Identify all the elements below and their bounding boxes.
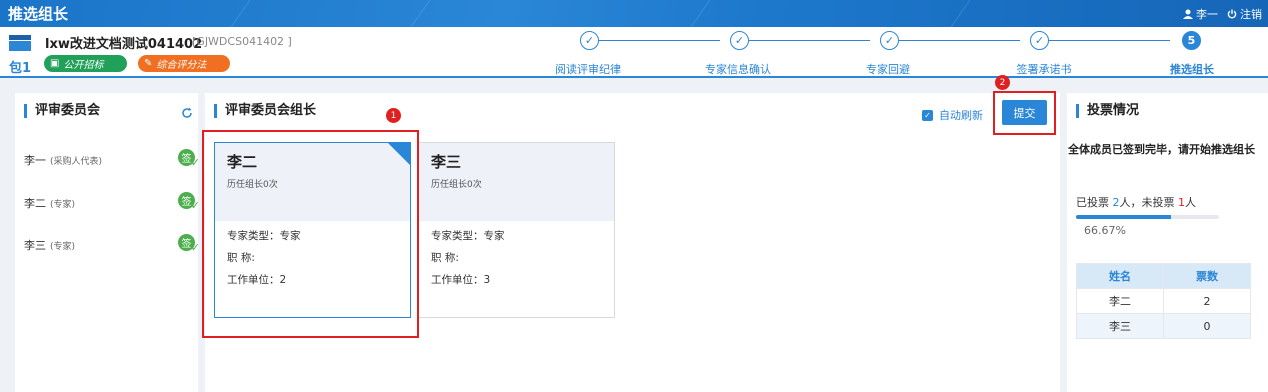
committee-member: 李三 (专家) <box>24 237 75 253</box>
column-header: 票数 <box>1163 263 1251 289</box>
bag-icon: ▣ <box>50 58 60 69</box>
tag-scoring-method: ✎ 综合评分法 <box>138 55 230 72</box>
candidate-type-row: 专家类型：专家 <box>431 228 505 243</box>
pencil-icon: ✎ <box>144 58 153 69</box>
user-icon <box>1183 9 1193 19</box>
current-user[interactable]: 李一 <box>1183 6 1218 22</box>
member-role: (专家) <box>50 200 76 210</box>
header-decoration <box>230 0 251 27</box>
annotation-marker-1: 1 <box>386 108 401 123</box>
step-connector <box>599 40 720 41</box>
step-label[interactable]: 专家信息确认 <box>688 61 788 77</box>
vote-text: 已投票 <box>1076 196 1113 209</box>
table-cell: 李三 <box>1076 313 1164 339</box>
member-name: 李三 <box>24 239 46 252</box>
field-label: 专家类型： <box>431 230 484 242</box>
table-row: 李二 2 <box>1076 288 1251 314</box>
table-cell: 李二 <box>1076 288 1164 314</box>
vote-count: 已投票 2人，未投票 1人 <box>1076 194 1196 210</box>
candidate-unit-row: 工作单位：3 <box>431 272 490 287</box>
header-decoration <box>950 0 971 27</box>
step-2-check-icon: ✓ <box>730 31 749 50</box>
table-cell: 0 <box>1163 313 1251 339</box>
member-name: 李一 <box>24 154 46 167</box>
step-connector <box>749 40 870 41</box>
table-cell: 2 <box>1163 288 1251 314</box>
field-value: 3 <box>483 274 491 286</box>
step-4-check-icon: ✓ <box>1030 31 1049 50</box>
committee-member: 李一 (采购人代表) <box>24 152 102 168</box>
annotation-box-2 <box>993 91 1056 135</box>
vote-progress-text: 66.67% <box>1084 224 1126 237</box>
step-label-current[interactable]: 推选组长 <box>1142 61 1242 77</box>
card-header: 李三 历任组长0次 <box>419 143 614 221</box>
logout-button[interactable]: 注销 <box>1227 6 1262 22</box>
step-connector <box>1049 40 1170 41</box>
candidate-title-row: 职 称: <box>431 250 459 265</box>
vote-table: 姓名 票数 李二 2 李三 0 <box>1076 263 1251 339</box>
project-name: lxw改进文档测试041402 <box>45 37 203 52</box>
candidate-name: 李三 <box>431 153 462 171</box>
candidate-card[interactable]: 李三 历任组长0次 专家类型：专家 职 称: 工作单位：3 <box>418 142 615 318</box>
logout-label: 注销 <box>1240 8 1262 21</box>
member-role: (采购人代表) <box>50 157 103 167</box>
top-bar: 推选组长 李一 注销 <box>0 0 1268 27</box>
table-row: 李三 0 <box>1076 313 1251 339</box>
member-role: (专家) <box>50 242 76 252</box>
tag-label: 公开招标 <box>63 60 104 71</box>
signed-icon: 签 ✓ <box>178 192 200 212</box>
step-label[interactable]: 阅读评审纪律 <box>538 61 638 77</box>
unvoted-count: 1 <box>1178 196 1185 209</box>
committee-title: 评审委员会 <box>24 104 100 118</box>
header-decoration <box>690 0 711 27</box>
folder-icon <box>9 35 31 51</box>
step-3-check-icon: ✓ <box>880 31 899 50</box>
committee-member: 李二 (专家) <box>24 195 75 211</box>
checkbox-checked-icon: ✓ <box>922 109 933 121</box>
check-icon: ✓ <box>190 241 200 254</box>
auto-refresh-label: 自动刷新 <box>939 109 983 122</box>
voted-count: 2 <box>1112 196 1120 209</box>
step-connector <box>899 40 1020 41</box>
leader-title: 评审委员会组长 <box>214 104 316 118</box>
project-header: lxw改进文档测试041402 [GJWDCS041402 ] 包1 ▣ 公开招… <box>0 27 1268 78</box>
table-header-row: 姓名 票数 <box>1076 263 1251 289</box>
check-icon: ✓ <box>190 199 200 212</box>
field-label: 工作单位： <box>431 274 484 286</box>
check-icon: ✓ <box>190 156 200 169</box>
auto-refresh-checkbox[interactable]: ✓ 自动刷新 <box>922 107 983 123</box>
header-decoration <box>410 0 431 27</box>
field-label: 职 称: <box>431 252 459 264</box>
step-1-check-icon: ✓ <box>580 31 599 50</box>
vote-text: 人 <box>1185 196 1196 209</box>
step-label[interactable]: 专家回避 <box>838 61 938 77</box>
tag-label: 综合评分法 <box>156 60 207 71</box>
field-value: 专家 <box>483 230 505 242</box>
vote-title: 投票情况 <box>1076 104 1139 118</box>
vote-message: 全体成员已签到完毕，请开始推选组长 <box>1068 143 1255 156</box>
step-label[interactable]: 签署承诺书 <box>994 61 1094 77</box>
column-header: 姓名 <box>1076 263 1164 289</box>
annotation-box-1 <box>202 130 419 338</box>
signed-icon: 签 ✓ <box>178 234 200 254</box>
power-icon <box>1227 9 1237 19</box>
signed-icon: 签 ✓ <box>178 149 200 169</box>
tag-public-bidding: ▣ 公开招标 <box>44 55 127 72</box>
project-code: [GJWDCS041402 ] <box>192 35 292 48</box>
candidate-history: 历任组长0次 <box>431 180 482 190</box>
user-name: 李一 <box>1196 8 1218 21</box>
annotation-marker-2: 2 <box>995 75 1010 90</box>
vote-text: 人，未投票 <box>1119 196 1178 209</box>
refresh-icon[interactable] <box>181 107 193 119</box>
app-title: 推选组长 <box>8 5 69 23</box>
vote-progress-fill <box>1076 215 1172 219</box>
package-label: 包1 <box>9 61 32 76</box>
step-5-number: 5 <box>1182 31 1201 50</box>
committee-panel: 评审委员会 李一 (采购人代表) 签 ✓ 李二 (专家) 签 ✓ 李三 (专家) 签 ✓ <box>15 93 200 392</box>
member-name: 李二 <box>24 197 46 210</box>
vote-progress-bar <box>1076 215 1219 219</box>
